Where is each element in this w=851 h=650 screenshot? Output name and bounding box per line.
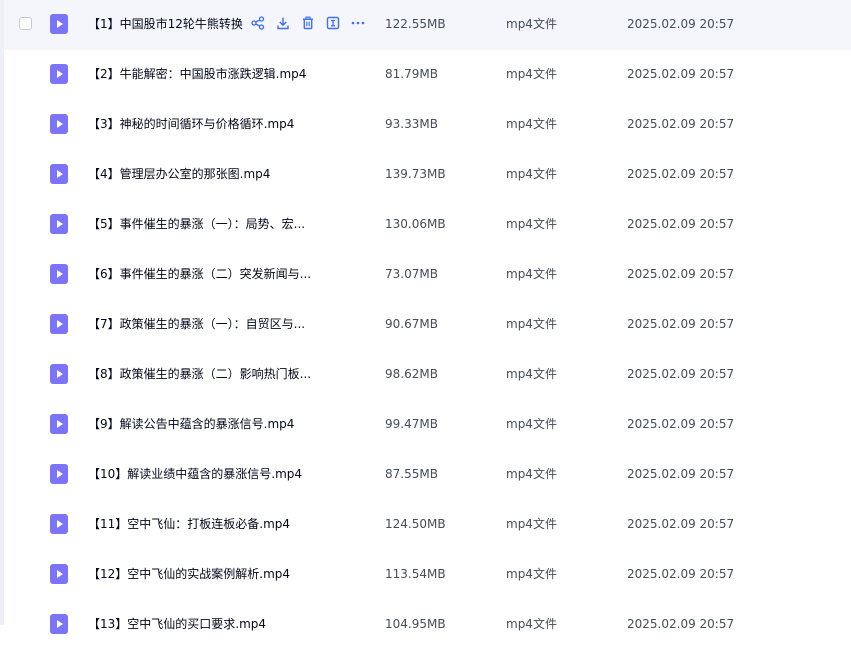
file-type: mp4文件 xyxy=(506,617,557,631)
file-size: 113.54MB xyxy=(385,567,446,581)
file-modified-time: 2025.02.09 20:57 xyxy=(627,167,735,181)
more-icon[interactable] xyxy=(349,14,367,32)
file-type: mp4文件 xyxy=(506,167,557,181)
file-type: mp4文件 xyxy=(506,17,557,31)
file-modified-time: 2025.02.09 20:57 xyxy=(627,467,735,481)
share-icon[interactable] xyxy=(249,14,267,32)
rename-icon[interactable] xyxy=(324,14,342,32)
file-type: mp4文件 xyxy=(506,217,557,231)
file-type: mp4文件 xyxy=(506,417,557,431)
file-name[interactable]: 【5】事件催生的暴涨（一）：局势、宏... xyxy=(88,216,320,232)
video-file-icon xyxy=(50,614,68,634)
video-file-icon xyxy=(50,114,68,134)
file-size: 87.55MB xyxy=(385,467,438,481)
video-file-icon xyxy=(50,14,68,34)
file-size: 98.62MB xyxy=(385,367,438,381)
file-name[interactable]: 【6】事件催生的暴涨（二）突发新闻与... xyxy=(88,266,320,282)
video-file-icon xyxy=(50,364,68,384)
file-name[interactable]: 【4】管理层办公室的那张图.mp4 xyxy=(88,166,320,182)
file-type: mp4文件 xyxy=(506,117,557,131)
file-name[interactable]: 【1】中国股市12轮牛熊转换.r xyxy=(88,16,244,32)
file-size: 139.73MB xyxy=(385,167,446,181)
file-modified-time: 2025.02.09 20:57 xyxy=(627,17,735,31)
file-row[interactable]: 【5】事件催生的暴涨（一）：局势、宏... 130.06MB mp4文件 202… xyxy=(4,200,851,250)
file-row[interactable]: 【4】管理层办公室的那张图.mp4 139.73MB mp4文件 2025.02… xyxy=(4,150,851,200)
file-size: 130.06MB xyxy=(385,217,446,231)
video-file-icon xyxy=(50,464,68,484)
file-type: mp4文件 xyxy=(506,317,557,331)
file-size: 122.55MB xyxy=(385,17,446,31)
video-file-icon xyxy=(50,164,68,184)
file-modified-time: 2025.02.09 20:57 xyxy=(627,617,735,631)
file-name[interactable]: 【10】解读业绩中蕴含的暴涨信号.mp4 xyxy=(88,466,320,482)
file-modified-time: 2025.02.09 20:57 xyxy=(627,517,735,531)
file-name[interactable]: 【7】政策催生的暴涨（一）：自贸区与... xyxy=(88,316,320,332)
file-row[interactable]: 【8】政策催生的暴涨（二）影响热门板... 98.62MB mp4文件 2025… xyxy=(4,350,851,400)
file-row[interactable]: 【3】神秘的时间循环与价格循环.mp4 93.33MB mp4文件 2025.0… xyxy=(4,100,851,150)
file-row[interactable]: 【11】空中飞仙：打板连板必备.mp4 124.50MB mp4文件 2025.… xyxy=(4,500,851,550)
file-size: 99.47MB xyxy=(385,417,438,431)
file-row[interactable]: 【12】空中飞仙的实战案例解析.mp4 113.54MB mp4文件 2025.… xyxy=(4,550,851,600)
file-name[interactable]: 【3】神秘的时间循环与价格循环.mp4 xyxy=(88,116,320,132)
file-size: 81.79MB xyxy=(385,67,438,81)
file-modified-time: 2025.02.09 20:57 xyxy=(627,117,735,131)
file-size: 124.50MB xyxy=(385,517,446,531)
file-list: 【1】中国股市12轮牛熊转换.r 122.55MB mp4文件 2025.02.… xyxy=(4,0,851,650)
video-file-icon xyxy=(50,64,68,84)
file-name[interactable]: 【8】政策催生的暴涨（二）影响热门板... xyxy=(88,366,320,382)
file-type: mp4文件 xyxy=(506,567,557,581)
file-type: mp4文件 xyxy=(506,367,557,381)
file-modified-time: 2025.02.09 20:57 xyxy=(627,417,735,431)
download-icon[interactable] xyxy=(274,14,292,32)
row-actions xyxy=(249,14,367,32)
file-modified-time: 2025.02.09 20:57 xyxy=(627,217,735,231)
file-row[interactable]: 【10】解读业绩中蕴含的暴涨信号.mp4 87.55MB mp4文件 2025.… xyxy=(4,450,851,500)
file-row[interactable]: 【2】牛能解密：中国股市涨跌逻辑.mp4 81.79MB mp4文件 2025.… xyxy=(4,50,851,100)
file-modified-time: 2025.02.09 20:57 xyxy=(627,317,735,331)
file-row[interactable]: 【13】空中飞仙的买口要求.mp4 104.95MB mp4文件 2025.02… xyxy=(4,600,851,650)
delete-icon[interactable] xyxy=(299,14,317,32)
file-modified-time: 2025.02.09 20:57 xyxy=(627,267,735,281)
file-name[interactable]: 【9】解读公告中蕴含的暴涨信号.mp4 xyxy=(88,416,320,432)
file-size: 104.95MB xyxy=(385,617,446,631)
file-name[interactable]: 【11】空中飞仙：打板连板必备.mp4 xyxy=(88,516,320,532)
file-name[interactable]: 【12】空中飞仙的实战案例解析.mp4 xyxy=(88,566,320,582)
file-row[interactable]: 【1】中国股市12轮牛熊转换.r 122.55MB mp4文件 2025.02.… xyxy=(4,0,851,50)
file-size: 90.67MB xyxy=(385,317,438,331)
video-file-icon xyxy=(50,414,68,434)
video-file-icon xyxy=(50,214,68,234)
video-file-icon xyxy=(50,564,68,584)
video-file-icon xyxy=(50,314,68,334)
file-type: mp4文件 xyxy=(506,67,557,81)
video-file-icon xyxy=(50,514,68,534)
file-name[interactable]: 【13】空中飞仙的买口要求.mp4 xyxy=(88,616,320,632)
file-type: mp4文件 xyxy=(506,267,557,281)
file-row[interactable]: 【6】事件催生的暴涨（二）突发新闻与... 73.07MB mp4文件 2025… xyxy=(4,250,851,300)
file-size: 93.33MB xyxy=(385,117,438,131)
file-name[interactable]: 【2】牛能解密：中国股市涨跌逻辑.mp4 xyxy=(88,66,320,82)
file-modified-time: 2025.02.09 20:57 xyxy=(627,67,735,81)
file-modified-time: 2025.02.09 20:57 xyxy=(627,567,735,581)
file-type: mp4文件 xyxy=(506,467,557,481)
row-checkbox[interactable] xyxy=(19,17,32,30)
video-file-icon xyxy=(50,264,68,284)
file-row[interactable]: 【7】政策催生的暴涨（一）：自贸区与... 90.67MB mp4文件 2025… xyxy=(4,300,851,350)
file-row[interactable]: 【9】解读公告中蕴含的暴涨信号.mp4 99.47MB mp4文件 2025.0… xyxy=(4,400,851,450)
file-modified-time: 2025.02.09 20:57 xyxy=(627,367,735,381)
file-type: mp4文件 xyxy=(506,517,557,531)
file-size: 73.07MB xyxy=(385,267,438,281)
